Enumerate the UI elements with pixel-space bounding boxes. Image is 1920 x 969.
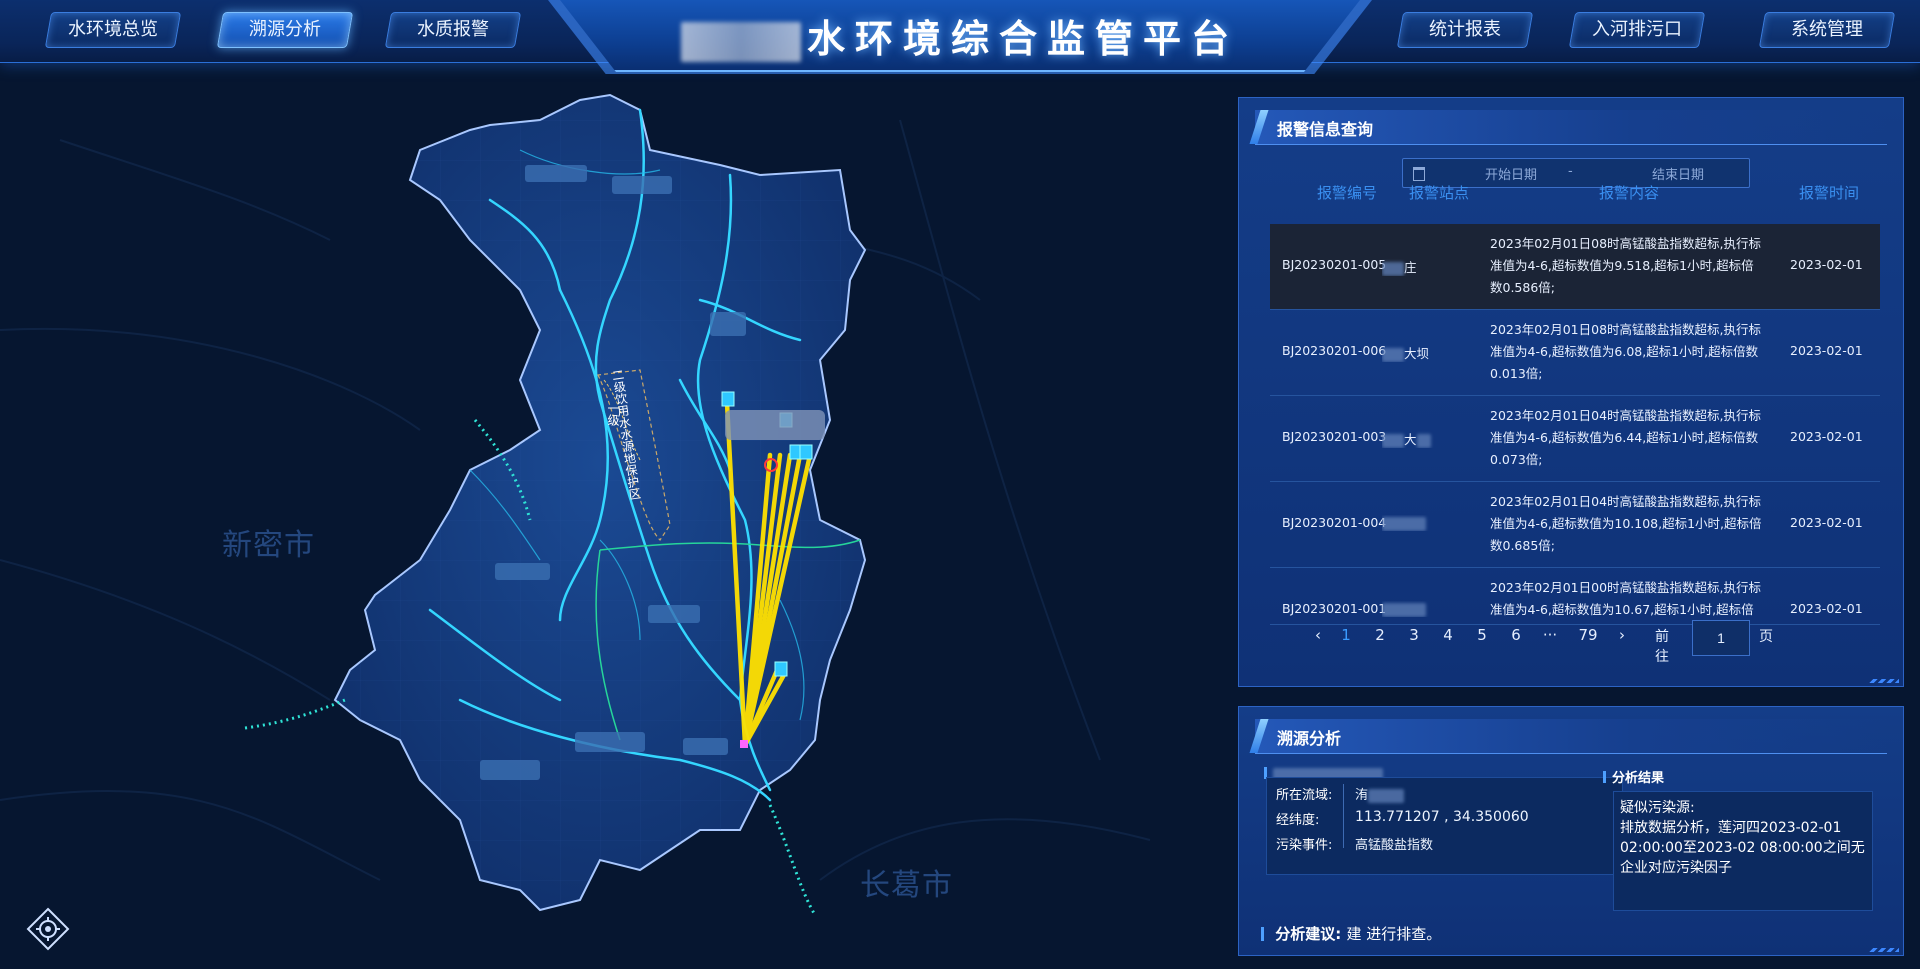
page-1[interactable]: 1 [1335, 626, 1357, 644]
end-date-input[interactable]: 结束日期 [1628, 164, 1728, 183]
page-4[interactable]: 4 [1437, 626, 1459, 644]
alarm-panel-title: 报警信息查询 [1277, 120, 1374, 139]
page-2[interactable]: 2 [1369, 626, 1391, 644]
table-row[interactable]: BJ20230201-004 2023年02月01日04时高锰酸盐指数超标,执行… [1270, 482, 1880, 568]
next-page-button[interactable]: › [1611, 626, 1633, 644]
column-header-id: 报警编号 [1316, 184, 1377, 202]
nav-statistics-report[interactable]: 统计报表 [1396, 12, 1534, 48]
prev-page-button[interactable]: ‹ [1307, 626, 1329, 644]
calendar-icon [1413, 167, 1425, 181]
trace-panel-title: 溯源分析 [1277, 729, 1342, 748]
nav-water-overview[interactable]: 水环境总览 [44, 12, 182, 48]
column-header-time: 报警时间 [1798, 184, 1859, 202]
page-6[interactable]: 6 [1505, 626, 1527, 644]
nav-water-alarm[interactable]: 水质报警 [384, 12, 522, 48]
column-header-content: 报警内容 [1598, 184, 1659, 202]
city-label-xinmi: 新密市 [222, 528, 315, 563]
column-header-station: 报警站点 [1408, 184, 1469, 202]
page-title: 水环境综合监管平台 [560, 8, 1360, 63]
alarm-query-panel: 报警信息查询 开始日期 - 结束日期 报警编号 报警站点 报警内容 报警时间 B… [1238, 97, 1904, 687]
trace-analysis-panel: 溯源分析 所在流域: 洧 经纬度: 113.771207 , 34.350060… [1238, 706, 1904, 956]
nav-source-analysis[interactable]: 溯源分析 [216, 12, 354, 48]
nav-system-admin[interactable]: 系统管理 [1758, 12, 1896, 48]
table-row[interactable]: BJ20230201-005 庄 2023年02月01日08时高锰酸盐指数超标,… [1270, 224, 1880, 310]
page-3[interactable]: 3 [1403, 626, 1425, 644]
page-more[interactable]: ··· [1539, 626, 1561, 644]
analysis-result-box: 疑似污染源: 排放数据分析，莲河四2023-02-01 02:00:00至202… [1613, 791, 1873, 911]
page-5[interactable]: 5 [1471, 626, 1493, 644]
nav-sewage-outlet[interactable]: 入河排污口 [1568, 12, 1706, 48]
goto-page-input[interactable] [1692, 620, 1750, 656]
page-last[interactable]: 79 [1573, 626, 1603, 644]
table-row[interactable]: BJ20230201-006 大坝 2023年02月01日08时高锰酸盐指数超标… [1270, 310, 1880, 396]
zone-line-label: 一级 [606, 402, 620, 426]
table-row[interactable]: BJ20230201-001 2023年02月01日00时高锰酸盐指数超标,执行… [1270, 568, 1880, 625]
city-label-changge: 长葛市 [860, 868, 953, 903]
station-info-box: 所在流域: 洧 经纬度: 113.771207 , 34.350060 污染事件… [1266, 777, 1623, 875]
analysis-result-text: 疑似污染源: 排放数据分析，莲河四2023-02-01 02:00:00至202… [1620, 800, 1865, 876]
redacted-region [680, 21, 801, 62]
locate-icon[interactable] [26, 907, 70, 951]
goto-label: 前往 [1655, 629, 1669, 665]
start-date-input[interactable]: 开始日期 [1461, 164, 1561, 183]
result-heading: 分析结果 [1603, 767, 1664, 786]
analysis-suggestion: 分析建议: 建 进行排查。 [1261, 923, 1441, 944]
table-row[interactable]: BJ20230201-003 大 2023年02月01日04时高锰酸盐指数超标,… [1270, 396, 1880, 482]
